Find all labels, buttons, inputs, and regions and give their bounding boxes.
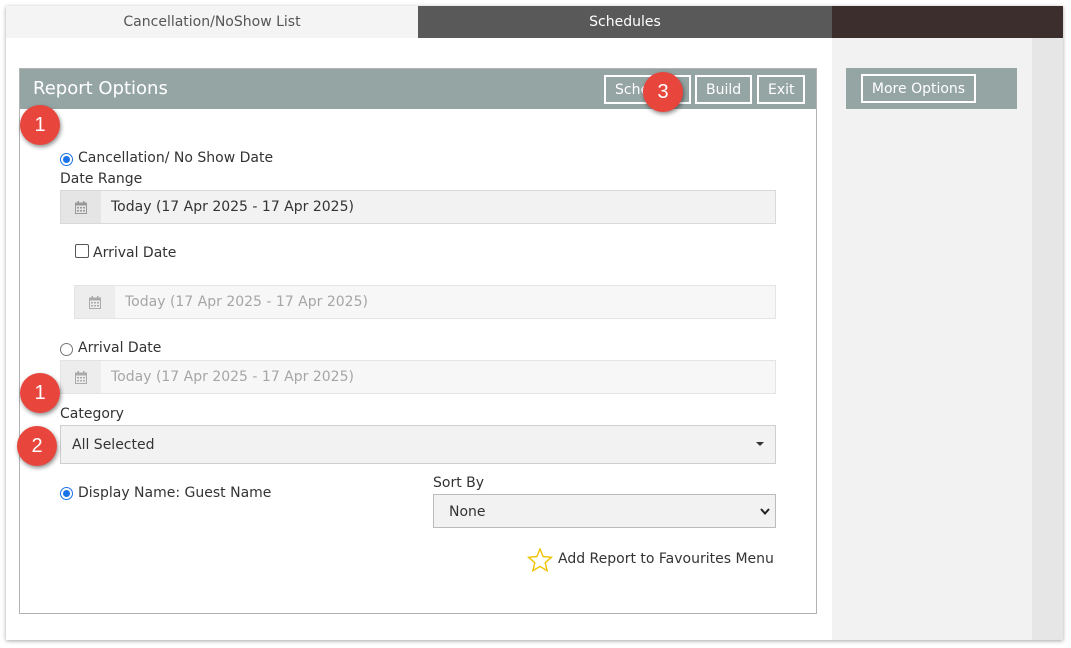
side-pane: [832, 38, 1032, 640]
arrival-date-checkbox[interactable]: [75, 244, 89, 258]
tab-bar-filler: [832, 6, 1063, 38]
calendar-icon: [61, 191, 101, 223]
exit-button[interactable]: Exit: [757, 75, 805, 104]
callout-badge-1-second: 1: [20, 373, 60, 413]
build-button[interactable]: Build: [695, 75, 752, 104]
cancellation-date-range-picker[interactable]: Today (17 Apr 2025 - 17 Apr 2025): [60, 190, 776, 224]
arrival-checkbox-date-range-picker[interactable]: Today (17 Apr 2025 - 17 Apr 2025): [74, 285, 776, 319]
chevron-down-icon: [760, 508, 770, 515]
callout-badge-2: 2: [17, 426, 57, 466]
panel-title: Report Options: [33, 78, 168, 99]
display-name-radio[interactable]: [60, 487, 73, 500]
tab-schedules[interactable]: Schedules: [418, 6, 832, 38]
tab-cancellation-noshow-list[interactable]: Cancellation/NoShow List: [6, 6, 418, 38]
arrival-radio-date-range-picker[interactable]: Today (17 Apr 2025 - 17 Apr 2025): [60, 360, 776, 394]
date-range-label: Date Range: [60, 171, 143, 187]
cancellation-date-label: Cancellation/ No Show Date: [78, 150, 274, 166]
category-value: All Selected: [72, 437, 155, 453]
side-edge: [1032, 38, 1063, 640]
tab-label: Cancellation/NoShow List: [123, 14, 301, 30]
sort-by-label: Sort By: [433, 475, 485, 491]
callout-badge-3: 3: [643, 72, 683, 112]
sort-by-select[interactable]: None: [433, 494, 776, 528]
sort-by-value: None: [449, 504, 486, 520]
cancellation-date-radio[interactable]: [60, 153, 73, 166]
caret-down-icon: [756, 442, 764, 446]
callout-badge-1: 1: [20, 105, 60, 145]
arrival-date-radio[interactable]: [60, 343, 73, 356]
display-name-label: Display Name: Guest Name: [78, 485, 272, 501]
star-icon[interactable]: [527, 547, 553, 573]
date-range-value: Today (17 Apr 2025 - 17 Apr 2025): [125, 294, 368, 310]
calendar-icon: [75, 286, 115, 318]
category-label: Category: [60, 406, 124, 422]
date-range-value: Today (17 Apr 2025 - 17 Apr 2025): [111, 369, 354, 385]
app-window: Cancellation/NoShow List Schedules Repor…: [6, 6, 1063, 640]
category-select[interactable]: All Selected: [60, 425, 776, 464]
arrival-date-radio-label: Arrival Date: [78, 340, 162, 356]
date-range-value: Today (17 Apr 2025 - 17 Apr 2025): [111, 199, 354, 215]
panel-header: Report Options Schedule Build Exit: [20, 69, 816, 109]
arrival-date-checkbox-label: Arrival Date: [93, 245, 177, 261]
more-options-panel: More Options: [846, 68, 1017, 109]
report-options-panel: Report Options Schedule Build Exit Cance…: [19, 68, 817, 614]
add-to-favourites-link[interactable]: Add Report to Favourites Menu: [558, 551, 774, 567]
tab-label: Schedules: [589, 14, 661, 30]
calendar-icon: [61, 361, 101, 393]
more-options-button[interactable]: More Options: [861, 74, 976, 103]
